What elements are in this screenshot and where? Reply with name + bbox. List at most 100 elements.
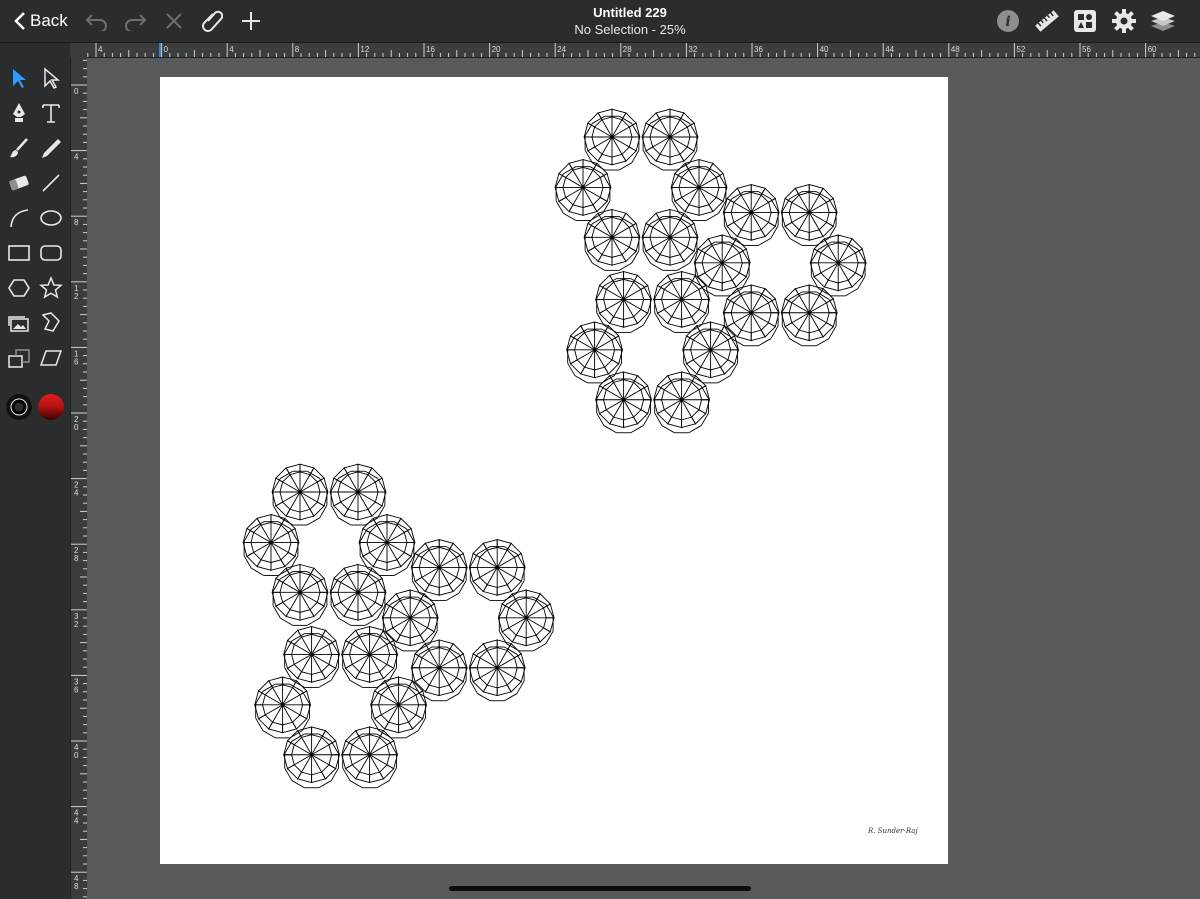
- ruler-label: 4: [74, 489, 79, 498]
- select-arrow-icon[interactable]: [4, 63, 34, 93]
- undo-icon[interactable]: [82, 0, 112, 42]
- ruler-label: 2: [74, 292, 79, 301]
- ruler-label: 4: [74, 153, 79, 162]
- rosette: [370, 676, 428, 739]
- rosette: [283, 625, 341, 688]
- ruler-label: 0: [164, 45, 169, 54]
- vertical-ruler[interactable]: 04812162024283236404448: [70, 57, 87, 899]
- rosette: [722, 183, 780, 246]
- ruler-label: 4: [98, 45, 103, 54]
- stroke-color-swatch[interactable]: [4, 392, 34, 422]
- ruler-label: 8: [295, 45, 300, 54]
- ruler-label: 20: [492, 45, 501, 54]
- hexagon-icon[interactable]: [4, 273, 34, 303]
- rosette: [271, 463, 329, 526]
- rosette: [809, 234, 867, 297]
- text-icon[interactable]: [36, 98, 66, 128]
- rosette: [641, 108, 699, 171]
- rosette: [780, 183, 838, 246]
- svg-text:i: i: [1005, 14, 1010, 30]
- info-icon[interactable]: i: [993, 0, 1023, 42]
- ruler-label: 8: [74, 218, 79, 227]
- brush-icon[interactable]: [4, 133, 34, 163]
- rosette: [329, 463, 387, 526]
- home-indicator: [449, 886, 751, 891]
- back-label: Back: [30, 11, 68, 30]
- rosette: [682, 321, 740, 384]
- direct-select-icon[interactable]: [36, 63, 66, 93]
- document-title-area[interactable]: Untitled 229 No Selection - 25%: [500, 5, 760, 38]
- rosette: [554, 159, 612, 221]
- ruler-label: 56: [1082, 45, 1091, 54]
- rosette: [595, 270, 653, 333]
- ruler-label: 28: [623, 45, 632, 54]
- library-icon[interactable]: [1070, 0, 1100, 42]
- ruler-label: 2: [74, 620, 79, 629]
- geometric-artwork: [242, 108, 867, 789]
- rosette: [641, 208, 699, 271]
- tool-sidebar: [0, 43, 70, 899]
- ruler-label: 60: [1148, 45, 1157, 54]
- layers-icon[interactable]: [1148, 0, 1178, 42]
- ruler-label: 4: [229, 45, 234, 54]
- rosette: [497, 589, 555, 652]
- ruler-label: 44: [885, 45, 894, 54]
- ruler-label: 40: [820, 45, 829, 54]
- back-button[interactable]: Back: [14, 0, 72, 42]
- ruler-label: 16: [426, 45, 435, 54]
- chevron-left-icon: [14, 12, 25, 30]
- rosette: [566, 321, 624, 384]
- delete-icon[interactable]: [159, 0, 189, 42]
- ruler-label: 4: [74, 817, 79, 826]
- pen-icon[interactable]: [4, 98, 34, 128]
- ruler-label: 6: [74, 357, 79, 366]
- line-icon[interactable]: [36, 168, 66, 198]
- ruler-label: 0: [74, 87, 79, 96]
- skew-icon[interactable]: [36, 343, 66, 373]
- ruler-label: 48: [951, 45, 960, 54]
- rounded-rectangle-icon[interactable]: [36, 238, 66, 268]
- rosette: [780, 284, 838, 347]
- rosette: [329, 563, 387, 626]
- top-toolbar: Back Untitled 229 No Selection - 25% i: [0, 0, 1200, 43]
- eraser-icon[interactable]: [4, 168, 34, 198]
- canvas-page[interactable]: [160, 77, 948, 864]
- ruler-corner: [70, 43, 86, 57]
- redo-icon[interactable]: [120, 0, 150, 42]
- arc-icon[interactable]: [4, 203, 34, 233]
- gear-icon[interactable]: [1109, 0, 1139, 42]
- rosette: [468, 639, 526, 702]
- ruler-label: 52: [1016, 45, 1025, 54]
- fill-color-swatch[interactable]: [36, 392, 66, 422]
- ruler-label: 6: [74, 685, 79, 694]
- rosette-group: [242, 108, 867, 789]
- ruler-label: 0: [74, 751, 79, 760]
- rosette: [583, 108, 641, 171]
- frame-icon[interactable]: [4, 343, 34, 373]
- rosette: [358, 514, 416, 576]
- image-icon[interactable]: [4, 308, 34, 338]
- rosette: [468, 538, 526, 601]
- rosette: [341, 726, 399, 789]
- ruler-label: 12: [360, 45, 369, 54]
- ruler-label: 0: [74, 423, 79, 432]
- ruler-label: 36: [754, 45, 763, 54]
- rosette: [670, 159, 728, 221]
- transform-icon[interactable]: [36, 308, 66, 338]
- artist-signature: R. Sunder-Raj: [868, 827, 918, 835]
- ruler-label: 24: [557, 45, 566, 54]
- ruler-icon[interactable]: [1032, 0, 1062, 42]
- selection-zoom-status: No Selection - 25%: [574, 22, 686, 37]
- rosette: [653, 270, 711, 333]
- rosette: [242, 514, 300, 576]
- ellipse-icon[interactable]: [36, 203, 66, 233]
- rosette: [653, 371, 711, 434]
- rosette: [410, 538, 468, 601]
- star-icon[interactable]: [36, 273, 66, 303]
- horizontal-ruler[interactable]: 4 0 4 8 12 16 20 24 28 32 36 40 44 48 52 56 60: [86, 43, 1200, 58]
- attach-icon[interactable]: [197, 0, 227, 42]
- ruler-label: 8: [74, 554, 79, 563]
- rectangle-icon[interactable]: [4, 238, 34, 268]
- pencil-icon[interactable]: [36, 133, 66, 163]
- add-icon[interactable]: [236, 0, 266, 42]
